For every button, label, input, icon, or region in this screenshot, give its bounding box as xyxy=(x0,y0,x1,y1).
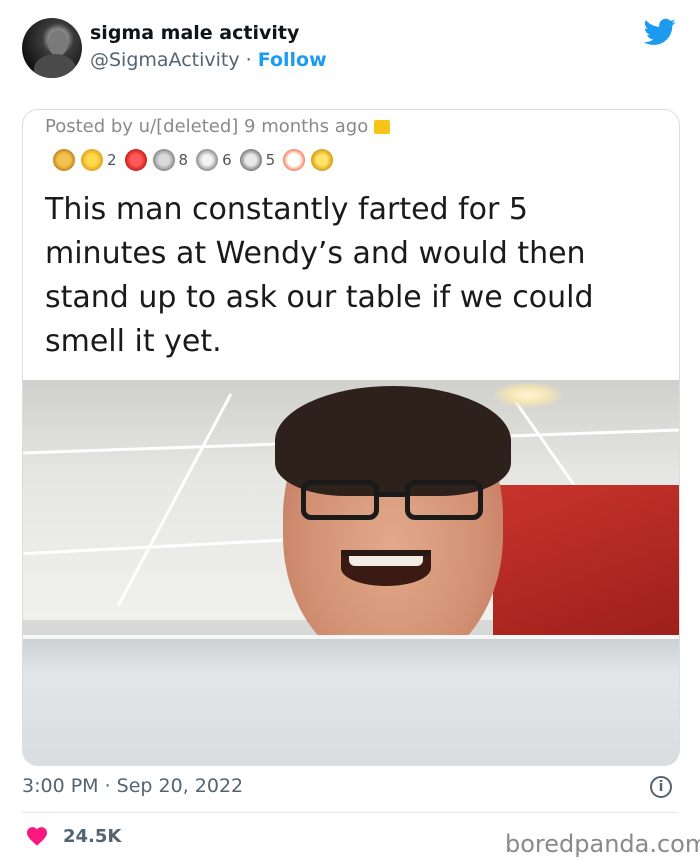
twitter-bird-icon[interactable] xyxy=(644,18,676,46)
glasses-lens xyxy=(301,480,379,520)
heart-icon[interactable] xyxy=(26,826,48,846)
glasses xyxy=(301,480,491,526)
red-wall xyxy=(493,485,679,645)
info-icon[interactable]: i xyxy=(650,776,672,798)
handle-separator: · xyxy=(239,49,258,71)
booth-divider-edge xyxy=(23,635,679,639)
avatar-body xyxy=(34,54,76,78)
wholesome-award-icon xyxy=(196,149,219,171)
post-photo[interactable] xyxy=(23,380,679,765)
display-name[interactable]: sigma male activity xyxy=(90,22,299,44)
heart-eyes-award-icon xyxy=(124,149,147,171)
booth-divider xyxy=(23,635,679,765)
post-title: This man constantly farted for 5 minutes… xyxy=(45,192,594,359)
gold-award-icon xyxy=(81,149,103,171)
money-award-icon xyxy=(239,149,262,171)
award-count: 2 xyxy=(107,151,117,169)
watermark: boredpanda.com xyxy=(505,830,700,858)
snoo-award-icon xyxy=(283,149,306,171)
post-meta: Posted by u/[deleted] 9 months ago xyxy=(45,116,391,137)
award-count: 8 xyxy=(178,151,189,169)
award-count: 6 xyxy=(222,151,232,169)
profile-avatar[interactable] xyxy=(22,18,82,78)
footer-divider xyxy=(22,812,678,813)
glasses-lens xyxy=(405,480,483,520)
sun-award-icon xyxy=(311,149,334,171)
silver-award-icon xyxy=(152,149,175,171)
trophy-award-icon xyxy=(53,149,75,171)
avatar-head xyxy=(48,30,68,56)
embedded-post-card[interactable]: Posted by u/[deleted] 9 months ago 2 8 6… xyxy=(22,109,680,766)
user-handle[interactable]: @SigmaActivity xyxy=(90,49,240,71)
deleted-badge-icon xyxy=(374,120,391,134)
handle-line: @SigmaActivity · Follow xyxy=(90,49,327,71)
follow-button[interactable]: Follow xyxy=(258,49,327,71)
glasses-bridge xyxy=(377,492,407,497)
posted-by-text: Posted by u/[deleted] 9 months ago xyxy=(45,116,369,137)
awards-row: 2 8 6 5 xyxy=(53,146,334,174)
teeth xyxy=(349,556,423,566)
award-count: 5 xyxy=(265,151,276,169)
ceiling-light xyxy=(493,382,563,408)
tweet-timestamp[interactable]: 3:00 PM · Sep 20, 2022 xyxy=(22,775,243,797)
like-count[interactable]: 24.5K xyxy=(63,826,121,847)
